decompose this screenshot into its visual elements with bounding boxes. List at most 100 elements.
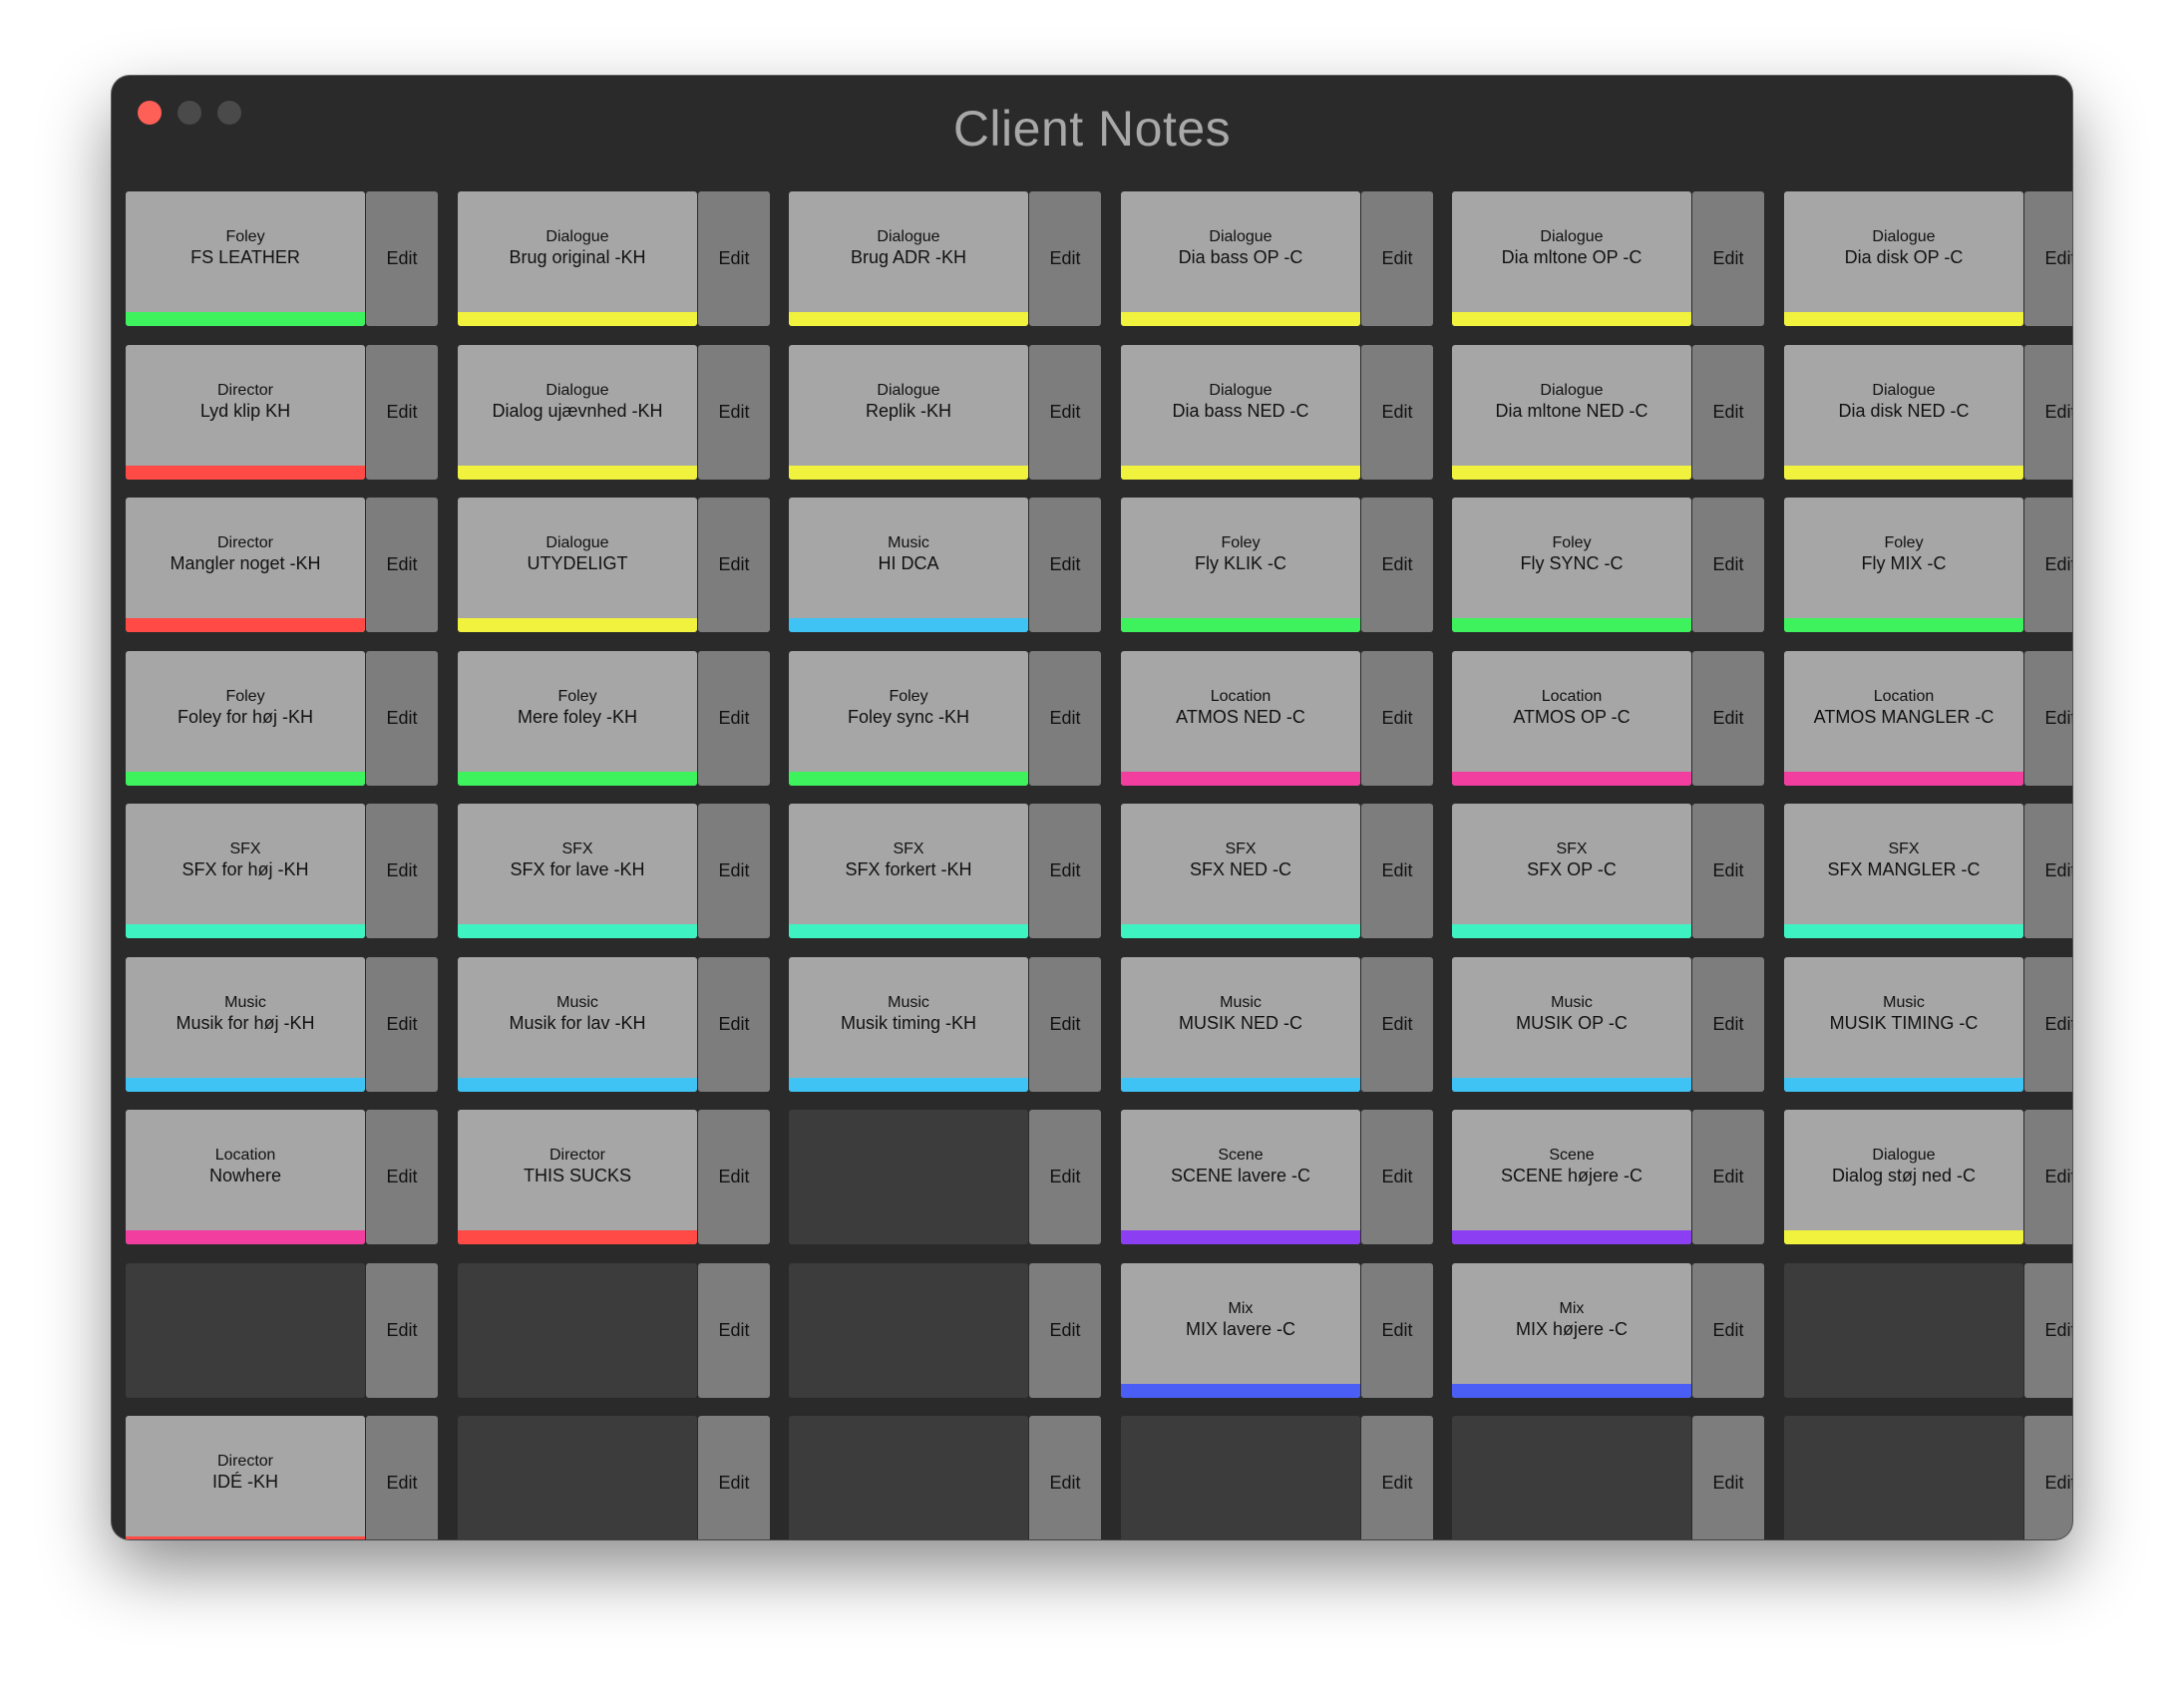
edit-note-button[interactable]: Edit <box>1029 191 1101 326</box>
edit-note-button[interactable]: Edit <box>1361 498 1433 632</box>
edit-note-button[interactable]: Edit <box>366 498 438 632</box>
note-button[interactable]: Music Musik for lav -KH <box>458 957 697 1092</box>
edit-note-button[interactable]: Edit <box>2024 345 2072 480</box>
note-button[interactable]: Foley Fly SYNC -C <box>1452 498 1691 632</box>
note-button[interactable]: Location Nowhere <box>126 1110 365 1244</box>
empty-note-button[interactable] <box>789 1110 1028 1244</box>
note-button[interactable]: Mix MIX lavere -C <box>1121 1263 1360 1398</box>
edit-note-button[interactable]: Edit <box>1692 498 1764 632</box>
note-button[interactable]: Location ATMOS MANGLER -C <box>1784 651 2023 786</box>
note-button[interactable]: SFX SFX MANGLER -C <box>1784 804 2023 938</box>
edit-note-button[interactable]: Edit <box>698 1416 770 1539</box>
edit-note-button[interactable]: Edit <box>698 804 770 938</box>
edit-note-button[interactable]: Edit <box>2024 1263 2072 1398</box>
note-button[interactable]: Dialogue Dia mltone OP -C <box>1452 191 1691 326</box>
edit-note-button[interactable]: Edit <box>1692 345 1764 480</box>
empty-note-button[interactable] <box>1121 1416 1360 1539</box>
edit-note-button[interactable]: Edit <box>1029 1416 1101 1539</box>
note-button[interactable]: SFX SFX forkert -KH <box>789 804 1028 938</box>
note-button[interactable]: Foley Foley sync -KH <box>789 651 1028 786</box>
note-button[interactable]: Music Musik for høj -KH <box>126 957 365 1092</box>
edit-note-button[interactable]: Edit <box>698 1110 770 1244</box>
edit-note-button[interactable]: Edit <box>2024 1110 2072 1244</box>
edit-note-button[interactable]: Edit <box>366 804 438 938</box>
note-button[interactable]: Director IDÉ -KH <box>126 1416 365 1539</box>
edit-note-button[interactable]: Edit <box>1692 191 1764 326</box>
note-button[interactable]: Foley Fly KLIK -C <box>1121 498 1360 632</box>
note-button[interactable]: SFX SFX for høj -KH <box>126 804 365 938</box>
empty-note-button[interactable] <box>458 1416 697 1539</box>
edit-note-button[interactable]: Edit <box>1029 1110 1101 1244</box>
edit-note-button[interactable]: Edit <box>366 1263 438 1398</box>
edit-note-button[interactable]: Edit <box>698 651 770 786</box>
note-button[interactable]: Dialogue Brug original -KH <box>458 191 697 326</box>
edit-note-button[interactable]: Edit <box>1029 957 1101 1092</box>
note-button[interactable]: Foley Foley for høj -KH <box>126 651 365 786</box>
note-button[interactable]: Scene SCENE lavere -C <box>1121 1110 1360 1244</box>
edit-note-button[interactable]: Edit <box>1361 1263 1433 1398</box>
empty-note-button[interactable] <box>789 1416 1028 1539</box>
note-button[interactable]: SFX SFX OP -C <box>1452 804 1691 938</box>
note-button[interactable]: SFX SFX NED -C <box>1121 804 1360 938</box>
note-button[interactable]: Foley Fly MIX -C <box>1784 498 2023 632</box>
empty-note-button[interactable] <box>1784 1416 2023 1539</box>
note-button[interactable]: Music HI DCA <box>789 498 1028 632</box>
edit-note-button[interactable]: Edit <box>698 191 770 326</box>
note-button[interactable]: SFX SFX for lave -KH <box>458 804 697 938</box>
edit-note-button[interactable]: Edit <box>698 957 770 1092</box>
edit-note-button[interactable]: Edit <box>1029 804 1101 938</box>
note-button[interactable]: Foley FS LEATHER <box>126 191 365 326</box>
empty-note-button[interactable] <box>1784 1263 2023 1398</box>
edit-note-button[interactable]: Edit <box>2024 191 2072 326</box>
note-button[interactable]: Music Musik timing -KH <box>789 957 1028 1092</box>
edit-note-button[interactable]: Edit <box>1361 345 1433 480</box>
note-button[interactable]: Dialogue Dia bass NED -C <box>1121 345 1360 480</box>
edit-note-button[interactable]: Edit <box>366 1416 438 1539</box>
note-button[interactable]: Dialogue Replik -KH <box>789 345 1028 480</box>
note-button[interactable]: Dialogue Dialog ujævnhed -KH <box>458 345 697 480</box>
note-button[interactable]: Dialogue Brug ADR -KH <box>789 191 1028 326</box>
edit-note-button[interactable]: Edit <box>2024 1416 2072 1539</box>
edit-note-button[interactable]: Edit <box>2024 498 2072 632</box>
edit-note-button[interactable]: Edit <box>1361 804 1433 938</box>
edit-note-button[interactable]: Edit <box>1692 1110 1764 1244</box>
edit-note-button[interactable]: Edit <box>2024 804 2072 938</box>
edit-note-button[interactable]: Edit <box>1361 1110 1433 1244</box>
edit-note-button[interactable]: Edit <box>2024 957 2072 1092</box>
note-button[interactable]: Location ATMOS OP -C <box>1452 651 1691 786</box>
edit-note-button[interactable]: Edit <box>1029 498 1101 632</box>
edit-note-button[interactable]: Edit <box>1361 1416 1433 1539</box>
note-button[interactable]: Dialogue Dia bass OP -C <box>1121 191 1360 326</box>
edit-note-button[interactable]: Edit <box>1029 651 1101 786</box>
empty-note-button[interactable] <box>126 1263 365 1398</box>
note-button[interactable]: Music MUSIK OP -C <box>1452 957 1691 1092</box>
edit-note-button[interactable]: Edit <box>1029 1263 1101 1398</box>
empty-note-button[interactable] <box>1452 1416 1691 1539</box>
edit-note-button[interactable]: Edit <box>1692 1416 1764 1539</box>
empty-note-button[interactable] <box>789 1263 1028 1398</box>
note-button[interactable]: Music MUSIK TIMING -C <box>1784 957 2023 1092</box>
note-button[interactable]: Dialogue Dia disk OP -C <box>1784 191 2023 326</box>
note-button[interactable]: Director Lyd klip KH <box>126 345 365 480</box>
edit-note-button[interactable]: Edit <box>366 957 438 1092</box>
edit-note-button[interactable]: Edit <box>366 651 438 786</box>
edit-note-button[interactable]: Edit <box>1692 1263 1764 1398</box>
edit-note-button[interactable]: Edit <box>1692 957 1764 1092</box>
edit-note-button[interactable]: Edit <box>698 1263 770 1398</box>
note-button[interactable]: Music MUSIK NED -C <box>1121 957 1360 1092</box>
note-button[interactable]: Director THIS SUCKS <box>458 1110 697 1244</box>
edit-note-button[interactable]: Edit <box>698 498 770 632</box>
note-button[interactable]: Dialogue Dialog støj ned -C <box>1784 1110 2023 1244</box>
edit-note-button[interactable]: Edit <box>366 1110 438 1244</box>
edit-note-button[interactable]: Edit <box>698 345 770 480</box>
edit-note-button[interactable]: Edit <box>366 191 438 326</box>
note-button[interactable]: Dialogue Dia disk NED -C <box>1784 345 2023 480</box>
edit-note-button[interactable]: Edit <box>1361 651 1433 786</box>
edit-note-button[interactable]: Edit <box>1361 191 1433 326</box>
edit-note-button[interactable]: Edit <box>1692 651 1764 786</box>
edit-note-button[interactable]: Edit <box>2024 651 2072 786</box>
edit-note-button[interactable]: Edit <box>1361 957 1433 1092</box>
note-button[interactable]: Director Mangler noget -KH <box>126 498 365 632</box>
note-button[interactable]: Dialogue Dia mltone NED -C <box>1452 345 1691 480</box>
note-button[interactable]: Dialogue UTYDELIGT <box>458 498 697 632</box>
